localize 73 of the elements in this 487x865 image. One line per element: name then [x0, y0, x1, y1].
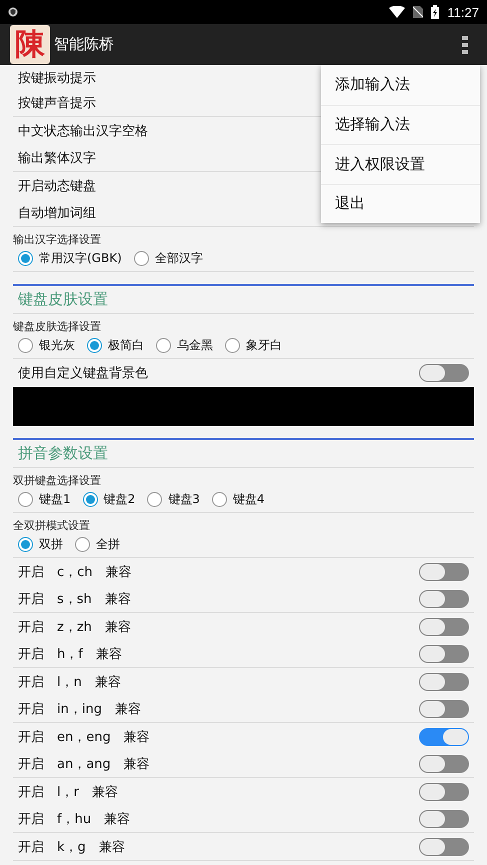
menu-item[interactable]: 选择输入法	[321, 104, 480, 144]
more-menu-icon[interactable]	[462, 36, 468, 54]
section-label: 双拼键盘选择设置	[13, 473, 102, 488]
toggle-switch[interactable]	[419, 782, 469, 800]
setting-label: 开启 s，sh 兼容	[18, 590, 131, 608]
toggle-switch[interactable]	[419, 754, 469, 772]
radio-button[interactable]	[147, 492, 162, 507]
toggle-switch[interactable]	[419, 590, 469, 608]
toggle-switch[interactable]	[419, 810, 469, 828]
menu-item[interactable]: 进入权限设置	[321, 144, 480, 184]
radio-button[interactable]	[18, 537, 33, 552]
setting-label: 开启 f，hu 兼容	[18, 810, 130, 828]
section-label: 输出汉字选择设置	[13, 232, 102, 247]
setting-label: 开启动态键盘	[18, 178, 96, 194]
radio-label: 键盘2	[104, 491, 136, 508]
setting-label: 开启 z，zh 兼容	[18, 618, 131, 636]
toggle-switch[interactable]	[419, 364, 469, 382]
toggle-switch[interactable]	[419, 728, 469, 746]
radio-label: 键盘4	[232, 491, 265, 508]
color-swatch[interactable]	[13, 387, 474, 426]
radio-label: 全拼	[96, 536, 120, 553]
section-label: 全双拼模式设置	[13, 518, 91, 533]
setting-label: 开启 in，ing 兼容	[18, 700, 141, 718]
setting-label: 开启 h，f 兼容	[18, 646, 122, 662]
toggle-switch[interactable]	[419, 672, 469, 690]
radio-button[interactable]	[18, 338, 33, 353]
radio-button[interactable]	[18, 492, 33, 507]
radio-label: 全部汉字	[154, 250, 203, 267]
setting-label: 开启 k，g 兼容	[18, 838, 125, 856]
wifi-icon	[389, 6, 406, 18]
radio-label: 键盘1	[39, 491, 71, 508]
toggle-switch[interactable]	[419, 838, 469, 856]
setting-label: 输出繁体汉字	[18, 150, 96, 166]
radio-button[interactable]	[82, 492, 98, 507]
setting-label: 开启 en，eng 兼容	[18, 728, 150, 746]
radio-button[interactable]	[156, 338, 171, 353]
radio-button[interactable]	[87, 338, 102, 353]
status-time: 11:27	[447, 4, 479, 20]
radio-label: 象牙白	[246, 337, 282, 354]
radio-button[interactable]	[225, 338, 240, 353]
setting-label: 开启 l，n 兼容	[18, 674, 121, 690]
radio-button[interactable]	[18, 251, 33, 266]
setting-label: 按键声音提示	[18, 95, 96, 112]
shield-icon	[8, 7, 18, 17]
setting-label: 开启 c，ch 兼容	[18, 564, 132, 580]
radio-label: 键盘3	[168, 491, 200, 508]
radio-button[interactable]	[134, 251, 149, 266]
app-title: 智能陈桥	[54, 35, 115, 54]
setting-label: 开启 an，ang 兼容	[18, 756, 150, 772]
battery-charging-icon	[431, 5, 440, 19]
setting-label: 自动增加词组	[18, 204, 96, 222]
no-sim-icon	[413, 6, 424, 18]
app-logo: 陳	[10, 25, 50, 64]
radio-label: 极简白	[108, 337, 144, 354]
setting-label: 开启 l，r 兼容	[18, 784, 118, 800]
setting-label: 按键振动提示	[18, 70, 96, 87]
radio-label: 双拼	[39, 536, 63, 553]
toggle-switch[interactable]	[419, 562, 469, 580]
radio-label: 常用汉字(GBK)	[39, 250, 122, 267]
toggle-switch[interactable]	[419, 618, 469, 636]
toggle-switch[interactable]	[419, 644, 469, 662]
setting-label: 中文状态输出汉字空格	[18, 122, 148, 140]
section-title: 拼音参数设置	[18, 444, 108, 463]
radio-label: 乌金黑	[177, 337, 213, 354]
section-title: 键盘皮肤设置	[18, 290, 108, 309]
radio-label: 银光灰	[39, 337, 75, 354]
section-label: 键盘皮肤选择设置	[13, 319, 102, 334]
toggle-switch[interactable]	[419, 700, 469, 718]
setting-label: 使用自定义键盘背景色	[18, 365, 148, 382]
radio-button[interactable]	[75, 537, 90, 552]
radio-button[interactable]	[212, 492, 227, 507]
menu-item[interactable]: 添加输入法	[321, 65, 480, 104]
menu-item[interactable]: 退出	[321, 184, 480, 223]
